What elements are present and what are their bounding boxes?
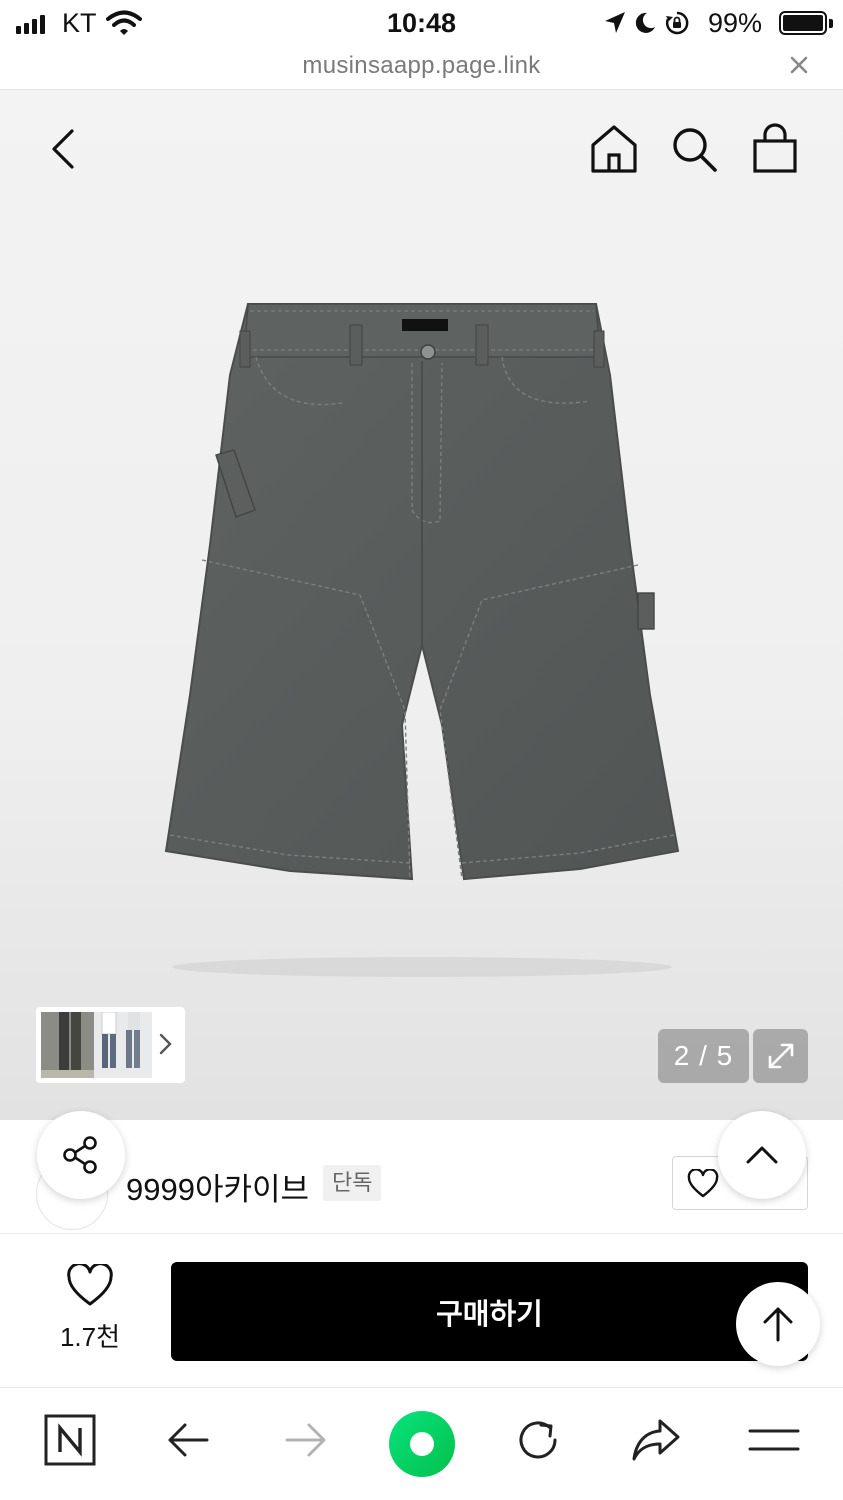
menu-icon — [748, 1429, 800, 1451]
share-icon — [63, 1136, 97, 1174]
wish-button[interactable]: 1.7천 — [44, 1262, 136, 1354]
url-bar: musinsaapp.page.link — [0, 48, 843, 90]
url-text[interactable]: musinsaapp.page.link — [0, 52, 843, 80]
thumbnail-strip[interactable] — [36, 1007, 185, 1083]
battery-percent: 99% — [708, 8, 763, 38]
home-icon — [591, 125, 637, 173]
back-button[interactable] — [36, 122, 90, 176]
expand-icon — [768, 1043, 793, 1069]
reload-icon — [519, 1421, 557, 1459]
back-arrow-icon — [168, 1423, 209, 1457]
expand-button[interactable] — [753, 1029, 808, 1083]
browser-toolbar — [0, 1388, 843, 1500]
browser-forward-button[interactable] — [278, 1412, 334, 1468]
status-bar: KT 10:48 99% — [0, 0, 843, 48]
arrow-up-icon — [763, 1307, 793, 1342]
share-page-button[interactable] — [628, 1412, 684, 1468]
exclusive-badge: 단독 — [323, 1165, 382, 1201]
browser-back-button[interactable] — [160, 1412, 216, 1468]
cart-icon — [753, 123, 797, 173]
share-button[interactable] — [37, 1111, 125, 1199]
product-image[interactable] — [160, 295, 685, 985]
scroll-top-button[interactable] — [736, 1282, 820, 1366]
green-dot-button[interactable] — [388, 1410, 456, 1478]
buy-button[interactable]: 구매하기 — [171, 1262, 808, 1361]
heart-icon — [687, 1169, 719, 1198]
green-dot-icon — [389, 1411, 455, 1477]
image-counter: 2 / 5 — [658, 1029, 749, 1083]
search-button[interactable] — [667, 122, 721, 176]
chevron-right-icon[interactable] — [158, 1031, 174, 1057]
forward-arrow-icon — [285, 1423, 326, 1457]
search-icon — [673, 128, 717, 172]
product-gallery[interactable]: 2 / 5 — [0, 90, 843, 1120]
naver-icon — [44, 1414, 96, 1466]
menu-button[interactable] — [746, 1412, 802, 1468]
share-arrow-icon — [632, 1419, 680, 1461]
home-button[interactable] — [587, 122, 641, 176]
wish-count: 1.7천 — [59, 1322, 121, 1352]
thumbnail-image[interactable] — [41, 1012, 99, 1078]
back-icon — [52, 129, 74, 169]
brand-row: 9999아카이브 단독 — [0, 1120, 843, 1234]
thumbnail-image[interactable] — [94, 1012, 152, 1078]
reload-button[interactable] — [510, 1412, 566, 1468]
location-icon — [605, 12, 625, 33]
brand-name[interactable]: 9999아카이브 — [126, 1164, 309, 1209]
heart-icon — [67, 1262, 113, 1306]
rotation-lock-icon — [665, 11, 689, 35]
purchase-bar: 1.7천 구매하기 — [0, 1234, 843, 1388]
chevron-up-icon — [746, 1146, 778, 1164]
naver-home-button[interactable] — [42, 1412, 98, 1468]
moon-icon — [635, 12, 655, 33]
collapse-button[interactable] — [718, 1111, 806, 1199]
battery-icon — [779, 11, 827, 35]
close-icon[interactable] — [786, 52, 812, 78]
cart-button[interactable] — [748, 122, 802, 176]
